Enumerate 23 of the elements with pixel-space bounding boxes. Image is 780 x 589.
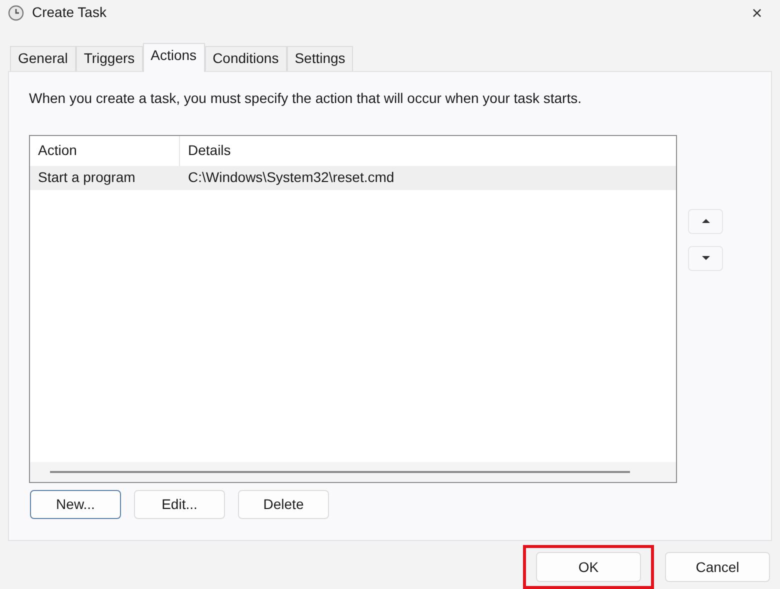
close-button[interactable]: × xyxy=(742,2,772,24)
list-action-button[interactable]: Delete xyxy=(238,490,329,519)
down-triangle-icon xyxy=(702,256,710,260)
column-header[interactable]: Details xyxy=(180,136,676,166)
window-title: Create Task xyxy=(32,3,106,22)
table-cell-text: C:\Windows\System32\reset.cmd xyxy=(187,168,396,188)
list-action-button[interactable]: New... xyxy=(30,490,121,519)
tab[interactable]: General xyxy=(10,46,76,71)
table-cell-text: Start a program xyxy=(37,168,136,188)
horizontal-scrollbar[interactable] xyxy=(30,462,676,482)
description-text: When you create a task, you must specify the action that will occur when your task starts. xyxy=(29,88,582,108)
move-down-button[interactable] xyxy=(688,246,723,271)
up-triangle-icon xyxy=(702,219,710,224)
dialog-button[interactable]: OK xyxy=(536,552,641,582)
move-up-button[interactable] xyxy=(688,208,723,234)
list-action-button[interactable]: Edit... xyxy=(134,490,225,519)
table-row[interactable]: Start a program C:\Windows\System32\reset.cmd xyxy=(30,166,676,190)
tab[interactable]: Conditions xyxy=(204,46,287,71)
dialog-button[interactable]: Cancel xyxy=(665,552,770,582)
tab[interactable]: Settings xyxy=(286,46,354,71)
clock-icon xyxy=(8,4,24,21)
tab[interactable]: Actions xyxy=(142,42,205,72)
tab[interactable]: Triggers xyxy=(76,46,143,71)
